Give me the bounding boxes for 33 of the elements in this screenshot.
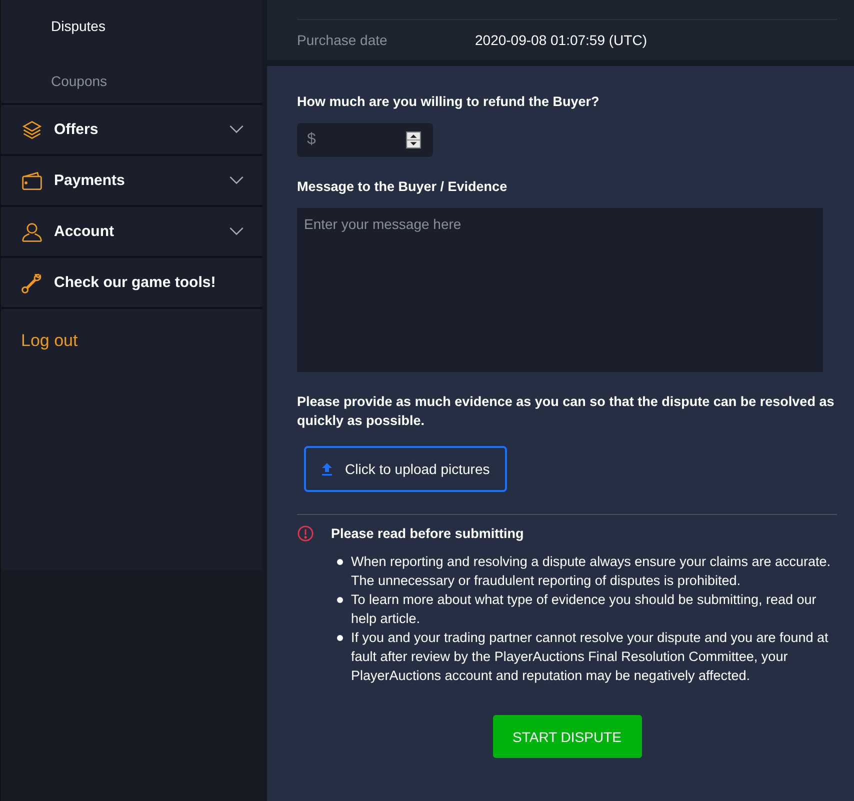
detail-value: 2020-09-08 01:07:59 (UTC): [475, 32, 647, 48]
sidebar-section[interactable]: Check our game tools!: [1, 258, 262, 309]
detail-label: Purchase date: [297, 32, 388, 48]
sidebar-section-label: Offers: [54, 121, 100, 138]
sidebar-subitem[interactable]: Coupons: [1, 53, 262, 103]
bullet-icon: [337, 597, 343, 603]
sidebar-section[interactable]: Offers: [1, 105, 262, 156]
wrench-icon: [21, 272, 43, 294]
upload-icon: [321, 462, 333, 476]
sidebar-section[interactable]: Payments: [1, 156, 262, 207]
layers-icon: [21, 118, 43, 140]
warning-icon: [297, 525, 314, 542]
bullet-icon: [337, 559, 343, 565]
notice-item: When reporting and resolving a dispute always ensure your claims are accurate. The unnecessary or fraudulent reporting of disputes is prohibited.: [351, 553, 832, 590]
refund-label: How much are you willing to refund the Buyer?: [297, 94, 600, 109]
notice-item: To learn more about what type of evidence you should be submitting, read our help article.: [351, 591, 818, 628]
sidebar-section-label: Account: [54, 223, 115, 240]
sidebar-section[interactable]: Account: [1, 207, 262, 258]
notice-title: Please read before submitting: [331, 526, 524, 541]
refund-amount-field[interactable]: $: [297, 123, 433, 157]
sidebar-section-label: Check our game tools!: [54, 274, 217, 291]
sidebar-subitem[interactable]: Disputes: [1, 0, 262, 53]
wallet-icon: [21, 170, 43, 192]
evidence-note: Please provide as much evidence as you can so that the dispute can be resolved as quickly as possible.: [297, 393, 836, 430]
notice-item: If you and your trading partner cannot resolve your dispute and you are found at fault after review by the PlayerAuctions Final Resolution Committee, your PlayerAuctions account and reputation may be negatively affected.: [351, 629, 830, 685]
message-label: Message to the Buyer / Evidence: [297, 179, 508, 194]
upload-button[interactable]: Click to upload pictures: [304, 446, 507, 492]
user-icon: [21, 220, 43, 242]
bullet-icon: [337, 635, 343, 641]
message-field[interactable]: Enter your message here: [297, 208, 823, 372]
spinner-icon[interactable]: [406, 131, 421, 149]
logout-link[interactable]: Log out: [21, 331, 78, 351]
sidebar-section-label: Payments: [54, 172, 126, 189]
